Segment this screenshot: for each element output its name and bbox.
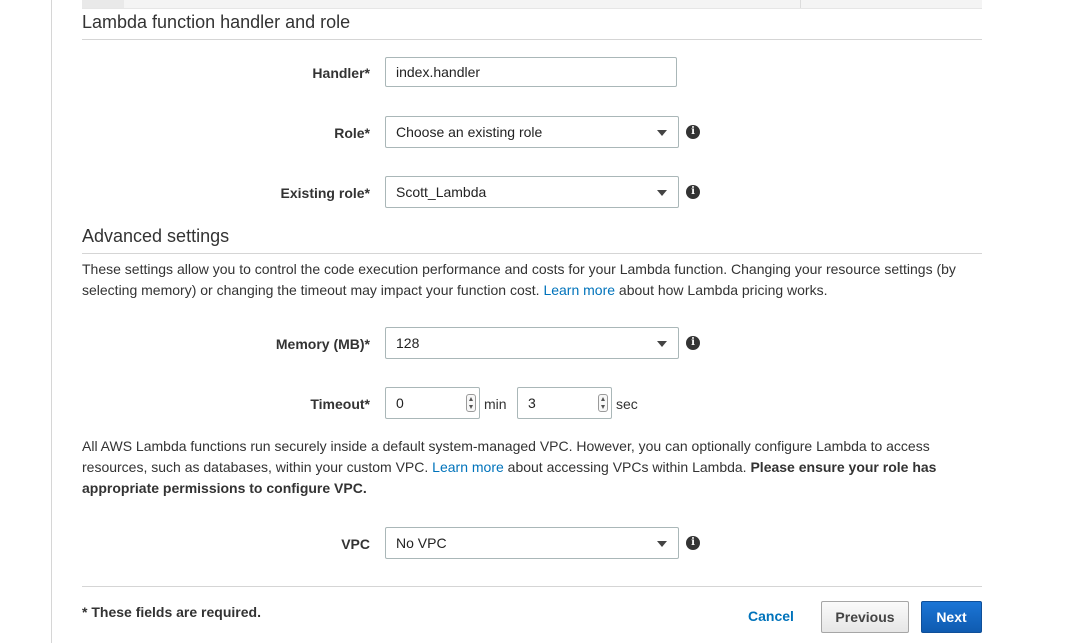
timeout-label: Timeout* [310, 396, 370, 412]
role-label: Role* [334, 125, 370, 141]
existing-role-select[interactable]: Scott_Lambda [385, 176, 679, 208]
memory-select[interactable]: 128 [385, 327, 679, 359]
tab-divider [800, 0, 801, 8]
timeout-sec-input[interactable]: 3 [517, 387, 612, 419]
existing-role-label: Existing role* [280, 185, 370, 201]
spinner-arrows-icon[interactable] [466, 394, 476, 412]
advanced-settings-title: Advanced settings [82, 226, 230, 246]
caret-down-icon [657, 130, 667, 136]
vpc-select[interactable]: No VPC [385, 527, 679, 559]
role-select-value: Choose an existing role [396, 124, 543, 140]
info-icon[interactable]: i [686, 336, 700, 350]
vpc-description: All AWS Lambda functions run securely in… [82, 436, 982, 499]
info-icon[interactable]: i [686, 536, 700, 550]
cancel-button[interactable]: Cancel [740, 601, 802, 633]
vpc-learn-more-link[interactable]: Learn more [432, 459, 504, 475]
timeout-sec-value: 3 [528, 395, 536, 411]
timeout-min-input[interactable]: 0 [385, 387, 480, 419]
section-divider [82, 39, 982, 40]
role-select[interactable]: Choose an existing role [385, 116, 679, 148]
vpc-label: VPC [341, 536, 370, 552]
timeout-min-value: 0 [396, 395, 404, 411]
memory-select-value: 128 [396, 335, 420, 351]
handler-label: Handler* [312, 65, 370, 81]
caret-down-icon [657, 190, 667, 196]
required-fields-note: * These fields are required. [82, 604, 261, 620]
existing-role-select-value: Scott_Lambda [396, 184, 487, 200]
next-button[interactable]: Next [921, 601, 982, 633]
vpc-select-value: No VPC [396, 535, 447, 551]
section-divider [82, 253, 982, 254]
left-rail [0, 0, 52, 643]
pricing-learn-more-link[interactable]: Learn more [543, 282, 615, 298]
info-icon[interactable]: i [686, 125, 700, 139]
tab-segment [82, 0, 124, 8]
previous-button[interactable]: Previous [821, 601, 909, 633]
caret-down-icon [657, 341, 667, 347]
timeout-sec-unit: sec [616, 396, 638, 412]
vpc-description-tail: about accessing VPCs within Lambda. [503, 459, 751, 475]
top-tab-strip [82, 0, 982, 9]
advanced-description-tail: about how Lambda pricing works. [615, 282, 828, 298]
spinner-arrows-icon[interactable] [598, 394, 608, 412]
memory-label: Memory (MB)* [275, 336, 370, 352]
caret-down-icon [657, 541, 667, 547]
info-icon[interactable]: i [686, 185, 700, 199]
handler-input[interactable]: index.handler [385, 57, 677, 87]
advanced-description: These settings allow you to control the … [82, 259, 982, 301]
timeout-min-unit: min [484, 396, 507, 412]
handler-role-section-title: Lambda function handler and role [82, 12, 351, 32]
footer-divider [82, 586, 982, 587]
